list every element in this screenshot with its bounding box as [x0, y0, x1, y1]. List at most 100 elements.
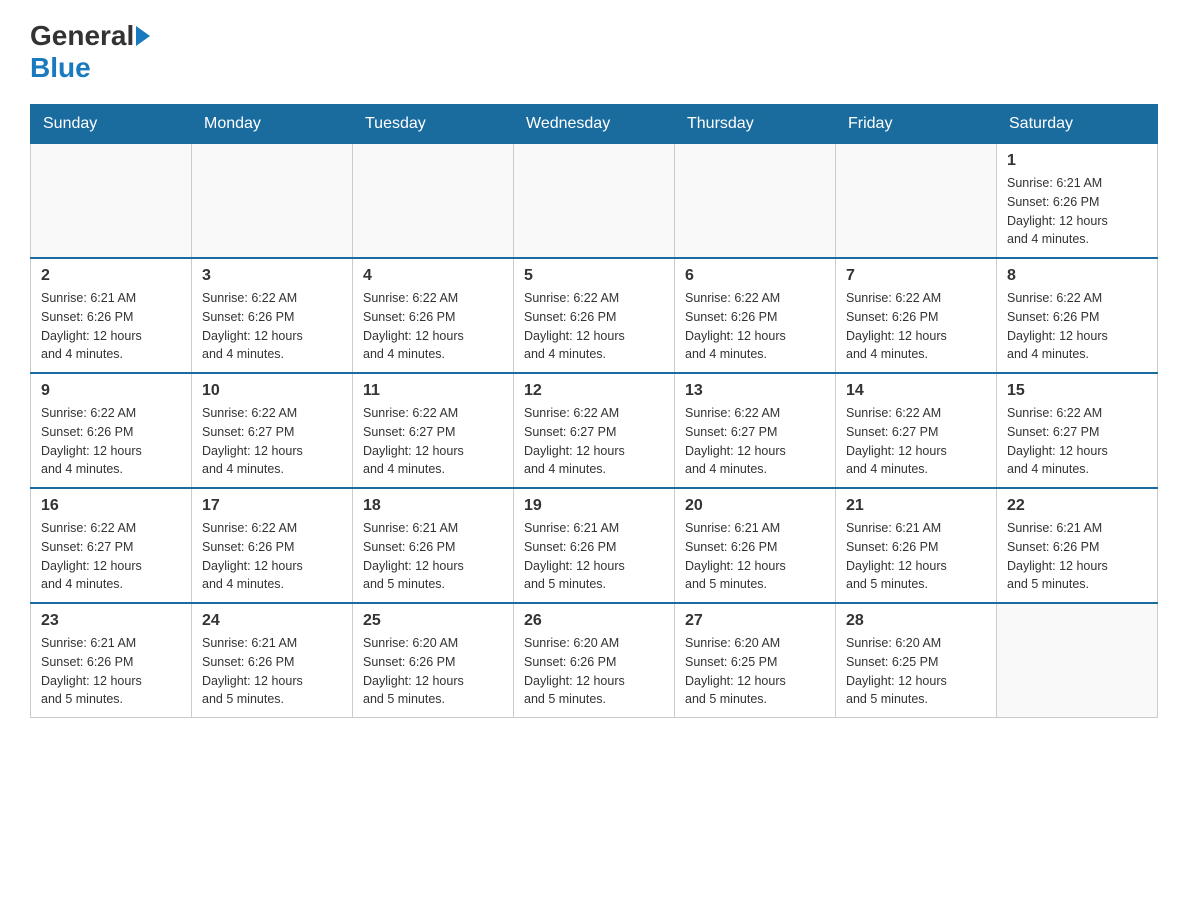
- calendar-header-row: SundayMondayTuesdayWednesdayThursdayFrid…: [31, 105, 1158, 144]
- day-info: Sunrise: 6:21 AMSunset: 6:26 PMDaylight:…: [41, 289, 181, 364]
- calendar-cell: 2 Sunrise: 6:21 AMSunset: 6:26 PMDaylight…: [31, 258, 192, 373]
- day-info: Sunrise: 6:22 AMSunset: 6:27 PMDaylight:…: [1007, 404, 1147, 479]
- day-number: 5: [524, 267, 664, 285]
- calendar-cell: 23 Sunrise: 6:21 AMSunset: 6:26 PMDayligh…: [31, 603, 192, 718]
- column-header-tuesday: Tuesday: [353, 105, 514, 144]
- calendar-cell: 15 Sunrise: 6:22 AMSunset: 6:27 PMDayligh…: [997, 373, 1158, 488]
- day-number: 25: [363, 612, 503, 630]
- page-header: General Blue: [30, 20, 1158, 84]
- calendar-cell: 14 Sunrise: 6:22 AMSunset: 6:27 PMDayligh…: [836, 373, 997, 488]
- calendar-cell: 26 Sunrise: 6:20 AMSunset: 6:26 PMDayligh…: [514, 603, 675, 718]
- calendar-cell: [192, 144, 353, 259]
- calendar-cell: [997, 603, 1158, 718]
- day-info: Sunrise: 6:20 AMSunset: 6:25 PMDaylight:…: [685, 634, 825, 709]
- calendar-cell: 16 Sunrise: 6:22 AMSunset: 6:27 PMDayligh…: [31, 488, 192, 603]
- calendar-cell: 5 Sunrise: 6:22 AMSunset: 6:26 PMDaylight…: [514, 258, 675, 373]
- logo: General Blue: [30, 20, 152, 84]
- day-number: 22: [1007, 497, 1147, 515]
- calendar-cell: 25 Sunrise: 6:20 AMSunset: 6:26 PMDayligh…: [353, 603, 514, 718]
- day-info: Sunrise: 6:22 AMSunset: 6:26 PMDaylight:…: [202, 519, 342, 594]
- calendar-cell: 1Sunrise: 6:21 AMSunset: 6:26 PMDaylight…: [997, 144, 1158, 259]
- day-number: 16: [41, 497, 181, 515]
- calendar-cell: 28Sunrise: 6:20 AMSunset: 6:25 PMDayligh…: [836, 603, 997, 718]
- calendar-cell: [31, 144, 192, 259]
- day-number: 9: [41, 382, 181, 400]
- column-header-sunday: Sunday: [31, 105, 192, 144]
- day-number: 26: [524, 612, 664, 630]
- calendar-cell: 24Sunrise: 6:21 AMSunset: 6:26 PMDayligh…: [192, 603, 353, 718]
- day-number: 20: [685, 497, 825, 515]
- logo-arrow-icon: [136, 26, 150, 46]
- logo-blue-text: Blue: [30, 52, 91, 84]
- week-row-5: 23 Sunrise: 6:21 AMSunset: 6:26 PMDayligh…: [31, 603, 1158, 718]
- calendar-cell: 19 Sunrise: 6:21 AMSunset: 6:26 PMDayligh…: [514, 488, 675, 603]
- day-number: 3: [202, 267, 342, 285]
- day-info: Sunrise: 6:21 AMSunset: 6:26 PMDaylight:…: [846, 519, 986, 594]
- day-info: Sunrise: 6:21 AMSunset: 6:26 PMDaylight:…: [685, 519, 825, 594]
- day-info: Sunrise: 6:21 AMSunset: 6:26 PMDaylight:…: [524, 519, 664, 594]
- calendar-cell: 9 Sunrise: 6:22 AMSunset: 6:26 PMDaylight…: [31, 373, 192, 488]
- calendar-cell: 22 Sunrise: 6:21 AMSunset: 6:26 PMDayligh…: [997, 488, 1158, 603]
- day-number: 7: [846, 267, 986, 285]
- day-number: 2: [41, 267, 181, 285]
- day-number: 21: [846, 497, 986, 515]
- day-info: Sunrise: 6:22 AMSunset: 6:27 PMDaylight:…: [846, 404, 986, 479]
- day-number: 10: [202, 382, 342, 400]
- day-info: Sunrise: 6:21 AMSunset: 6:26 PMDaylight:…: [1007, 174, 1147, 249]
- column-header-thursday: Thursday: [675, 105, 836, 144]
- day-number: 14: [846, 382, 986, 400]
- day-info: Sunrise: 6:21 AMSunset: 6:26 PMDaylight:…: [363, 519, 503, 594]
- day-info: Sunrise: 6:22 AMSunset: 6:27 PMDaylight:…: [41, 519, 181, 594]
- day-number: 17: [202, 497, 342, 515]
- day-info: Sunrise: 6:20 AMSunset: 6:25 PMDaylight:…: [846, 634, 986, 709]
- calendar-cell: [353, 144, 514, 259]
- day-number: 15: [1007, 382, 1147, 400]
- week-row-2: 2 Sunrise: 6:21 AMSunset: 6:26 PMDaylight…: [31, 258, 1158, 373]
- calendar-cell: 13Sunrise: 6:22 AMSunset: 6:27 PMDayligh…: [675, 373, 836, 488]
- column-header-saturday: Saturday: [997, 105, 1158, 144]
- day-info: Sunrise: 6:21 AMSunset: 6:26 PMDaylight:…: [41, 634, 181, 709]
- calendar-cell: 7 Sunrise: 6:22 AMSunset: 6:26 PMDaylight…: [836, 258, 997, 373]
- calendar-cell: 18Sunrise: 6:21 AMSunset: 6:26 PMDayligh…: [353, 488, 514, 603]
- column-header-friday: Friday: [836, 105, 997, 144]
- day-info: Sunrise: 6:20 AMSunset: 6:26 PMDaylight:…: [363, 634, 503, 709]
- week-row-1: 1Sunrise: 6:21 AMSunset: 6:26 PMDaylight…: [31, 144, 1158, 259]
- calendar-cell: 4Sunrise: 6:22 AMSunset: 6:26 PMDaylight…: [353, 258, 514, 373]
- day-info: Sunrise: 6:22 AMSunset: 6:27 PMDaylight:…: [202, 404, 342, 479]
- calendar-cell: [675, 144, 836, 259]
- calendar-cell: 10 Sunrise: 6:22 AMSunset: 6:27 PMDayligh…: [192, 373, 353, 488]
- day-number: 12: [524, 382, 664, 400]
- calendar-cell: 8 Sunrise: 6:22 AMSunset: 6:26 PMDaylight…: [997, 258, 1158, 373]
- day-number: 6: [685, 267, 825, 285]
- day-info: Sunrise: 6:22 AMSunset: 6:26 PMDaylight:…: [202, 289, 342, 364]
- day-number: 19: [524, 497, 664, 515]
- calendar-cell: 12 Sunrise: 6:22 AMSunset: 6:27 PMDayligh…: [514, 373, 675, 488]
- day-info: Sunrise: 6:20 AMSunset: 6:26 PMDaylight:…: [524, 634, 664, 709]
- day-info: Sunrise: 6:22 AMSunset: 6:26 PMDaylight:…: [846, 289, 986, 364]
- column-header-monday: Monday: [192, 105, 353, 144]
- day-info: Sunrise: 6:22 AMSunset: 6:27 PMDaylight:…: [363, 404, 503, 479]
- week-row-3: 9 Sunrise: 6:22 AMSunset: 6:26 PMDaylight…: [31, 373, 1158, 488]
- week-row-4: 16 Sunrise: 6:22 AMSunset: 6:27 PMDayligh…: [31, 488, 1158, 603]
- day-number: 13: [685, 382, 825, 400]
- calendar-cell: 17 Sunrise: 6:22 AMSunset: 6:26 PMDayligh…: [192, 488, 353, 603]
- day-info: Sunrise: 6:22 AMSunset: 6:26 PMDaylight:…: [524, 289, 664, 364]
- day-info: Sunrise: 6:21 AMSunset: 6:26 PMDaylight:…: [1007, 519, 1147, 594]
- calendar-cell: 6 Sunrise: 6:22 AMSunset: 6:26 PMDaylight…: [675, 258, 836, 373]
- calendar-cell: 3 Sunrise: 6:22 AMSunset: 6:26 PMDaylight…: [192, 258, 353, 373]
- day-info: Sunrise: 6:22 AMSunset: 6:26 PMDaylight:…: [1007, 289, 1147, 364]
- column-header-wednesday: Wednesday: [514, 105, 675, 144]
- day-info: Sunrise: 6:22 AMSunset: 6:26 PMDaylight:…: [685, 289, 825, 364]
- day-number: 8: [1007, 267, 1147, 285]
- calendar-cell: 11Sunrise: 6:22 AMSunset: 6:27 PMDayligh…: [353, 373, 514, 488]
- day-info: Sunrise: 6:22 AMSunset: 6:26 PMDaylight:…: [363, 289, 503, 364]
- day-info: Sunrise: 6:22 AMSunset: 6:27 PMDaylight:…: [524, 404, 664, 479]
- day-number: 23: [41, 612, 181, 630]
- calendar-cell: 20 Sunrise: 6:21 AMSunset: 6:26 PMDayligh…: [675, 488, 836, 603]
- calendar-cell: 21 Sunrise: 6:21 AMSunset: 6:26 PMDayligh…: [836, 488, 997, 603]
- day-info: Sunrise: 6:22 AMSunset: 6:26 PMDaylight:…: [41, 404, 181, 479]
- calendar-table: SundayMondayTuesdayWednesdayThursdayFrid…: [30, 104, 1158, 718]
- day-info: Sunrise: 6:21 AMSunset: 6:26 PMDaylight:…: [202, 634, 342, 709]
- calendar-cell: [514, 144, 675, 259]
- calendar-cell: [836, 144, 997, 259]
